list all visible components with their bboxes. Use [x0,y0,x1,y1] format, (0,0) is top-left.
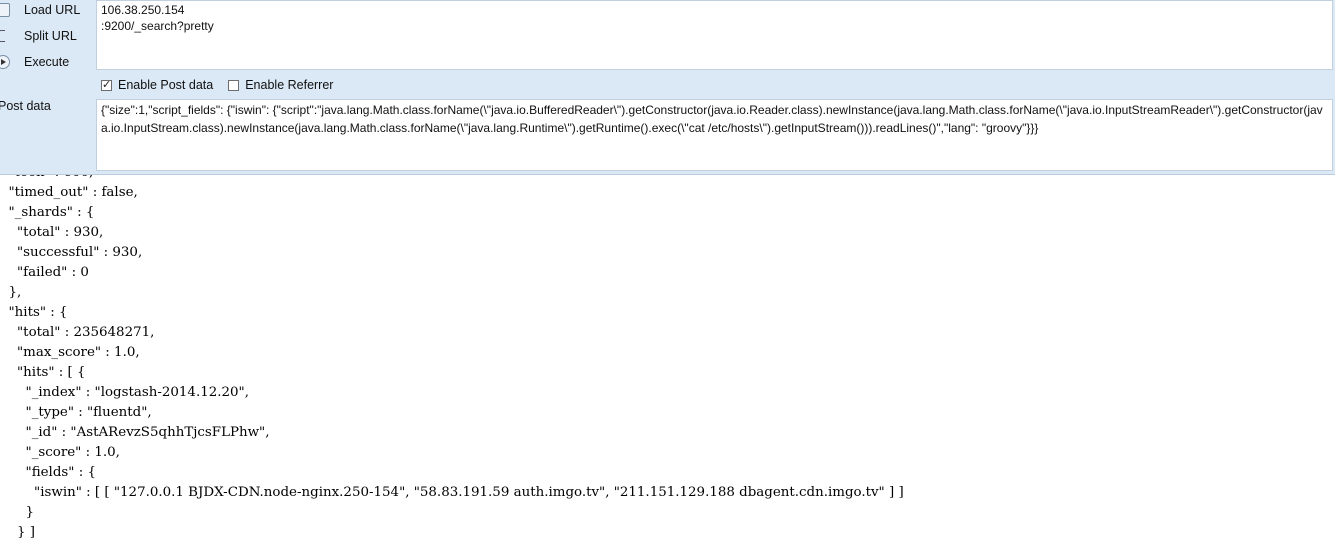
response-line: "hits" : { [0,305,68,320]
load-url-label: Load URL [24,3,81,17]
execute-label: Execute [24,55,70,69]
enable-post-data-checkbox[interactable] [101,78,112,91]
split-url-label: Split URL [24,29,77,43]
split-url-icon [0,29,10,43]
load-url-button[interactable]: Load URL [0,0,80,21]
hackbar-commands: Load URL Split URL Execute [0,0,96,174]
response-line: "fields" : { [0,465,96,480]
response-line: "iswin" : [ [ "127.0.0.1 BJDX-CDN.node-n… [0,485,904,500]
enable-referrer-label: Enable Referrer [245,78,334,92]
response-line: "max_score" : 1.0, [0,345,140,360]
response-line: "timed_out" : false, [0,185,138,200]
url-textarea[interactable]: 106.38.250.154 :9200/_search?pretty [96,0,1333,70]
response-line: }, [0,285,22,300]
response-line: "_id" : "AstARevzS5qhhTjcsFLPhw", [0,425,270,440]
hackbar-panel: Load URL Split URL Execute 106.38.250.15… [0,0,1335,175]
enable-referrer-option[interactable]: Enable Referrer [228,78,333,92]
post-data-label: Post data [0,99,51,113]
execute-icon [0,55,10,69]
post-data-textarea[interactable]: {"size":1,"script_fields": {"iswin": {"s… [96,99,1333,171]
response-line: } [0,505,35,520]
response-line: "total" : 235648271, [0,325,155,340]
enable-referrer-checkbox[interactable] [228,79,240,91]
url-line: :9200/_search?pretty [101,19,214,33]
response-line: "_type" : "fluentd", [0,405,152,420]
response-line: "_score" : 1.0, [0,445,120,460]
load-url-icon [0,3,10,17]
response-line: "successful" : 930, [0,245,143,260]
response-line: "_shards" : { [0,205,95,220]
response-line: "failed" : 0 [0,265,89,280]
url-line: 106.38.250.154 [101,3,185,17]
split-url-button[interactable]: Split URL [0,25,77,47]
response-line: "hits" : [ { [0,365,86,380]
enable-post-data-label: Enable Post data [118,78,214,92]
response-line: "total" : 930, [0,225,104,240]
execute-button[interactable]: Execute [0,51,69,73]
hackbar-options: Enable Post data Enable Referrer [101,77,348,93]
response-line: } ] [0,525,36,538]
response-line: "_index" : "logstash-2014.12.20", [0,385,249,400]
enable-post-data-option[interactable]: Enable Post data [101,78,213,92]
